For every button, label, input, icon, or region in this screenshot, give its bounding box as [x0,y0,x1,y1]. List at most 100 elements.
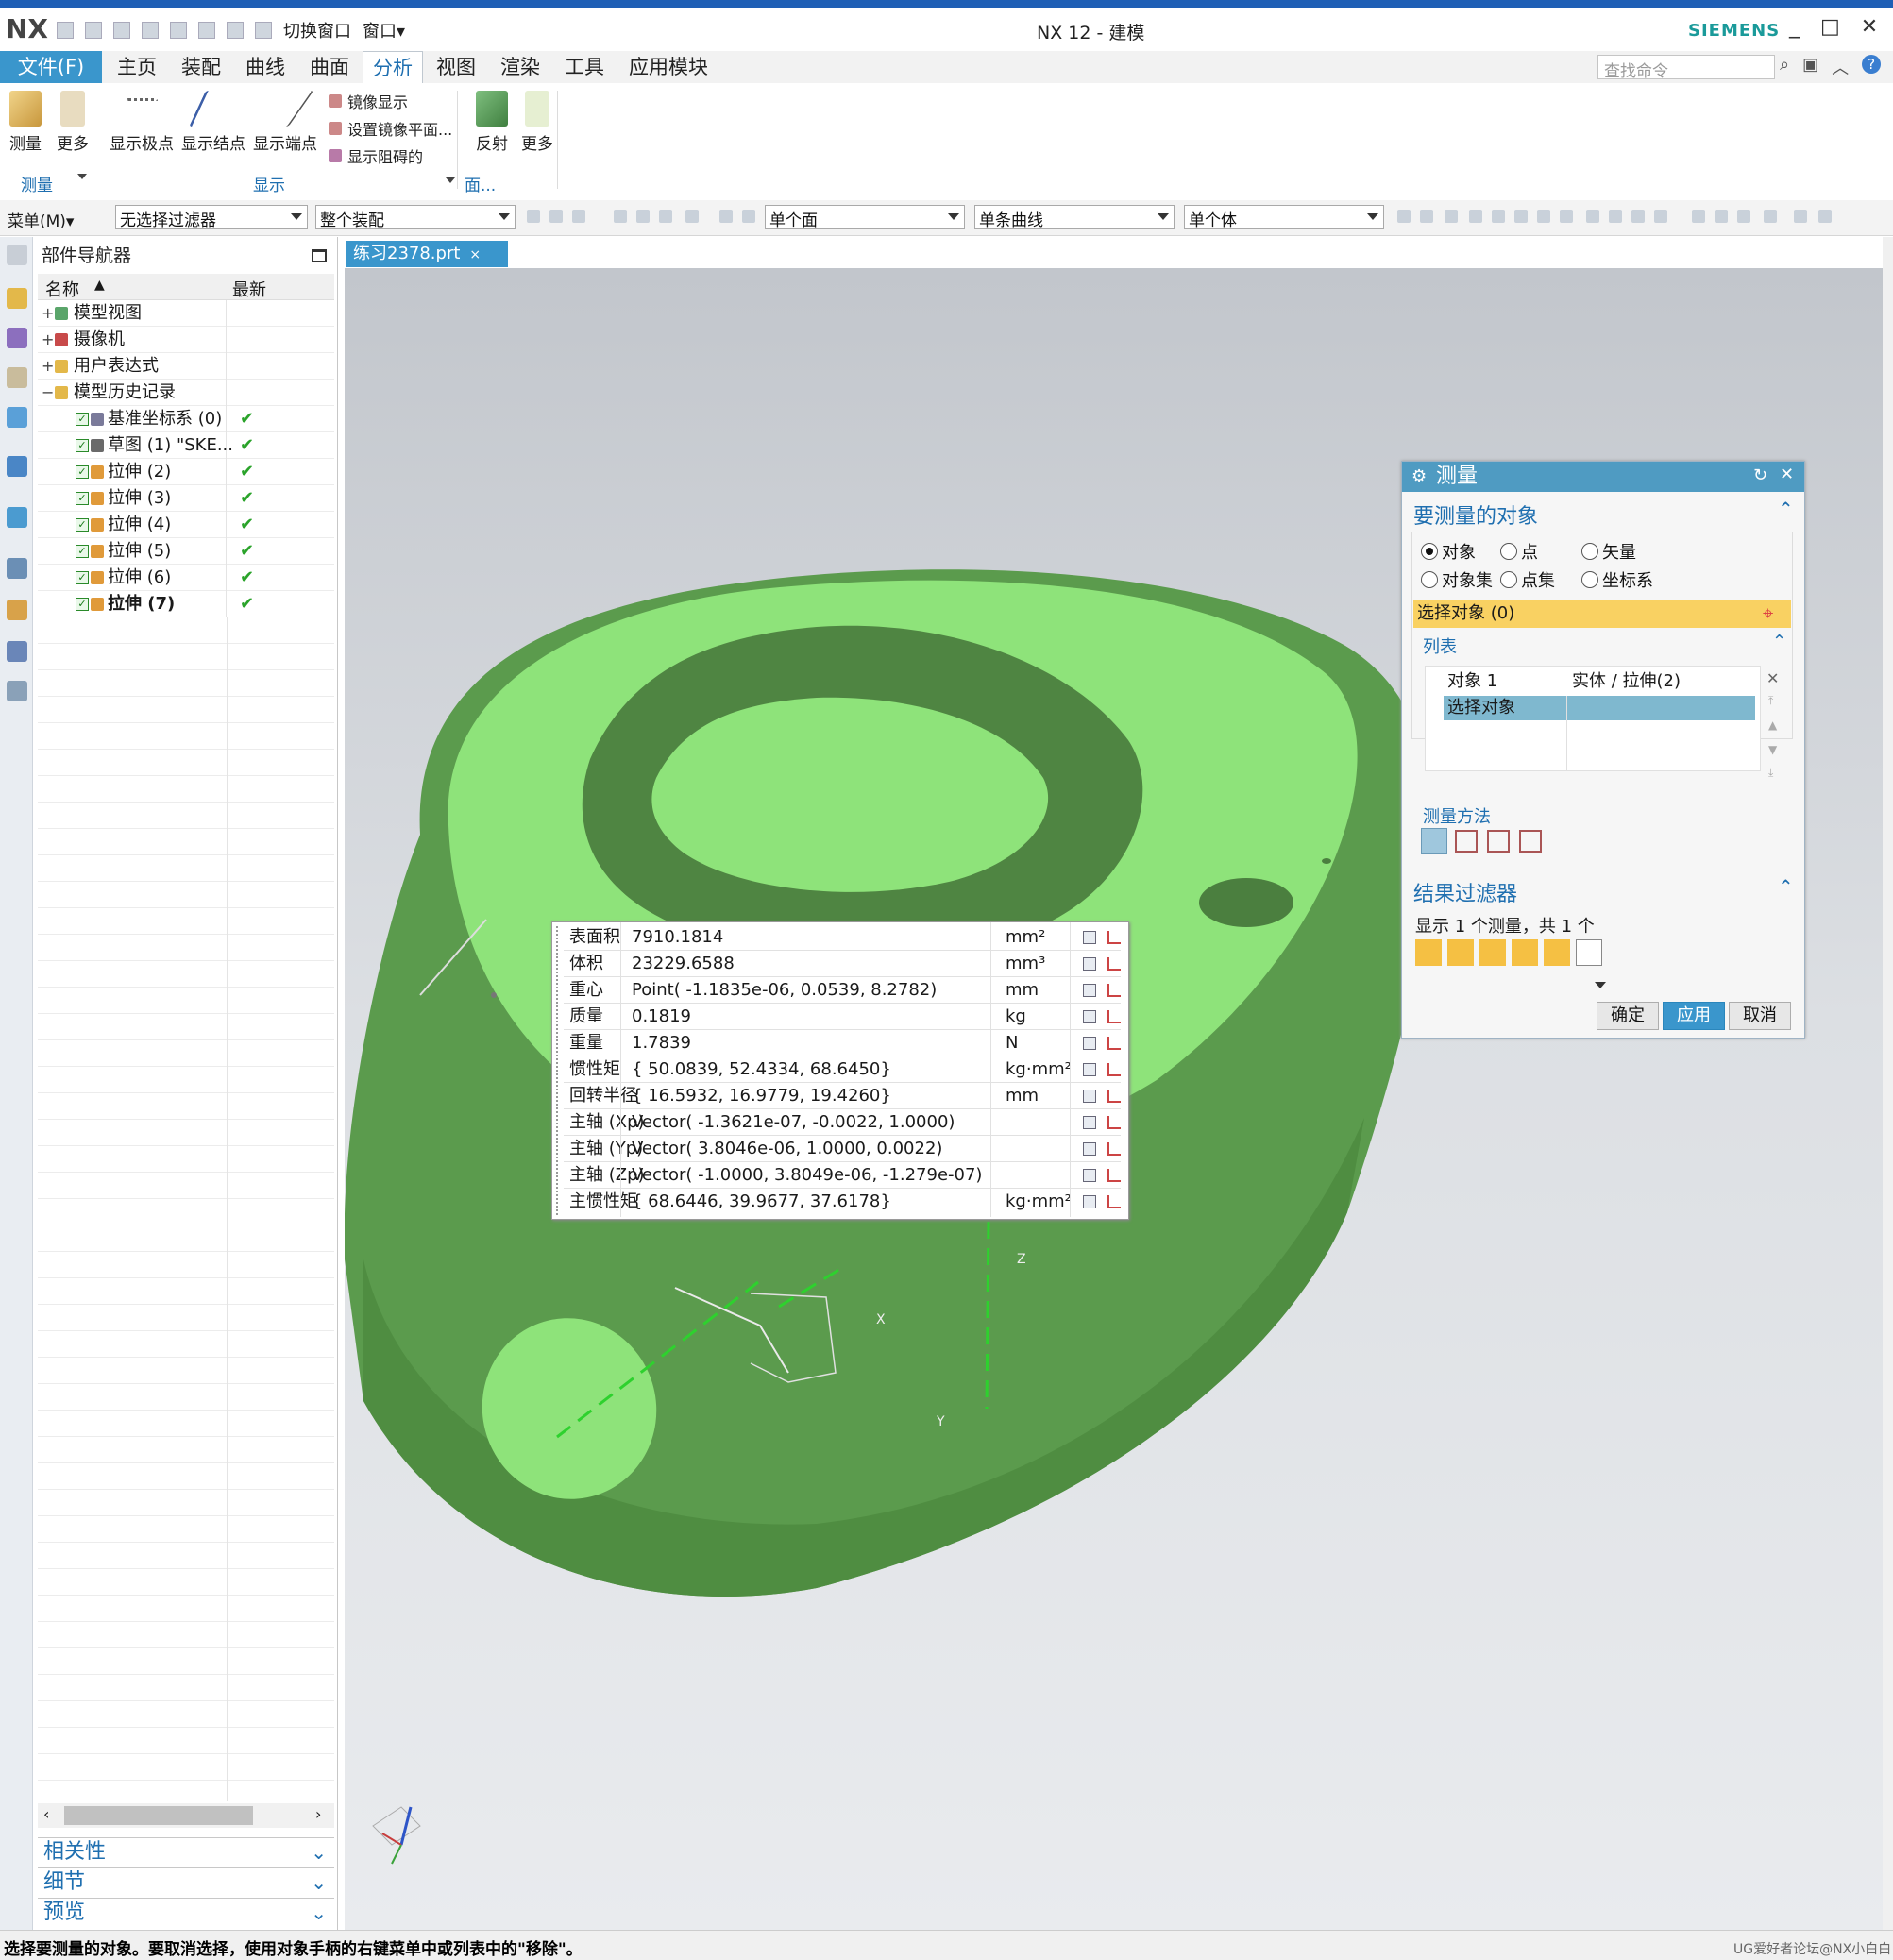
reflect-button[interactable]: 反射 [476,91,508,154]
tab-close-icon[interactable]: × [469,247,481,262]
checkbox-checked-icon[interactable]: ✓ [76,439,89,452]
method-screen-icon[interactable] [1487,830,1510,853]
view-icon[interactable] [1818,210,1832,223]
tab-curve[interactable]: 曲线 [236,51,295,83]
chart-icon[interactable] [1107,1010,1121,1023]
chevron-up-icon[interactable]: ⌃ [1778,498,1794,520]
tree-row-cameras[interactable]: + 摄像机 [38,327,334,353]
tab-tools[interactable]: 工具 [555,51,614,83]
system-materials-icon[interactable] [7,600,27,620]
show-blocking-button[interactable]: 显示阻碍的 [329,144,423,167]
document-tab[interactable]: 练习2378.prt × [346,241,508,267]
history-icon[interactable] [7,558,27,579]
cut-icon[interactable] [142,22,159,39]
view-icon[interactable] [1737,210,1750,223]
expand-icon[interactable]: + [42,353,54,380]
checkbox-checked-icon[interactable]: ✓ [76,545,89,558]
menu-button[interactable]: 菜单(M)▾ [8,208,74,231]
objects-section-title[interactable]: 要测量的对象 [1413,499,1538,530]
measure-button[interactable]: 测量 [9,91,42,154]
paste-icon[interactable] [198,22,215,39]
roles-icon[interactable] [7,681,27,701]
redo-icon[interactable] [113,22,130,39]
cancel-button[interactable]: 取消 [1729,1002,1791,1030]
filter-area-icon[interactable] [1512,939,1538,966]
mirror-display-button[interactable]: 镜像显示 [329,90,408,112]
minimize-icon[interactable]: _ [1789,15,1800,39]
maximize-panel-icon[interactable] [312,249,327,262]
grid-icon[interactable] [1083,1063,1096,1076]
tab-surface[interactable]: 曲面 [300,51,359,83]
filter-icon[interactable] [527,210,540,223]
filter-icon[interactable] [572,210,585,223]
tree-row-user-expressions[interactable]: + 用户表达式 [38,353,334,380]
scroll-left-icon[interactable]: ‹ [43,1805,49,1823]
filter-icon[interactable] [719,210,733,223]
snap-icon[interactable] [1560,210,1573,223]
ok-button[interactable]: 确定 [1597,1002,1659,1030]
apply-button[interactable]: 应用 [1663,1002,1725,1030]
chart-icon[interactable] [1107,957,1121,971]
chart-icon[interactable] [1107,984,1121,997]
window-menu-button[interactable]: 窗口▾ [363,18,405,42]
filter-distance-icon[interactable] [1415,939,1442,966]
snap-icon[interactable] [1537,210,1550,223]
tree-row-extrude-5[interactable]: ✓ 拉伸 (5) ✔ [38,538,334,565]
results-drag-handle[interactable] [556,926,562,1215]
chevron-up-icon[interactable]: ⌃ [1772,632,1786,651]
panel-details[interactable]: 细节 ⌄ [38,1867,334,1896]
part-navigator-icon[interactable] [7,367,27,388]
tree-row-extrude-6[interactable]: ✓ 拉伸 (6) ✔ [38,565,334,591]
snap-icon[interactable] [1492,210,1505,223]
snap-icon[interactable] [1586,210,1599,223]
checkbox-checked-icon[interactable]: ✓ [76,518,89,532]
filter-icon[interactable] [549,210,563,223]
chart-icon[interactable] [1107,1142,1121,1156]
snap-icon[interactable] [1420,210,1433,223]
grid-icon[interactable] [1083,1116,1096,1129]
help-icon[interactable]: ? [1862,55,1882,74]
radio-object[interactable]: 对象 [1421,539,1476,564]
checkbox-checked-icon[interactable]: ✓ [76,413,89,426]
tree-row-extrude-7[interactable]: ✓ 拉伸 (7) ✔ [38,591,334,617]
tab-render[interactable]: 渲染 [491,51,549,83]
settings-icon[interactable] [7,245,27,265]
collapse-ribbon-icon[interactable]: ︿ [1832,55,1849,79]
column-name[interactable]: 名称 [45,277,79,301]
snap-icon[interactable] [1631,210,1645,223]
remove-icon[interactable]: ✕ [1766,669,1779,687]
show-endpoints-button[interactable]: 显示端点 [253,91,317,154]
body-rule-select[interactable]: 单个体 [1184,205,1384,230]
tab-application[interactable]: 应用模块 [619,51,718,83]
method-distance-icon[interactable] [1421,828,1447,854]
face-rule-select[interactable]: 单个面 [765,205,965,230]
column-latest[interactable]: 最新 [232,277,266,301]
gear-icon[interactable]: ⚙ [1411,466,1427,486]
grid-icon[interactable] [1083,1169,1096,1182]
list-row-select-object[interactable]: 选择对象 [1444,696,1755,720]
method-length-icon[interactable] [1519,830,1542,853]
tab-home[interactable]: 主页 [108,51,166,83]
list-section-title[interactable]: 列表 [1423,634,1457,658]
checkbox-checked-icon[interactable]: ✓ [76,571,89,584]
tab-assembly[interactable]: 装配 [172,51,230,83]
filter-icon[interactable] [685,210,699,223]
move-top-icon[interactable]: ⤒ [1768,694,1773,708]
panel-dependencies[interactable]: 相关性 ⌄ [38,1837,334,1866]
chart-icon[interactable] [1107,1195,1121,1208]
group-measure-dropdown-icon[interactable] [77,174,87,179]
radio-object-set[interactable]: 对象集 [1421,567,1493,592]
fullscreen-icon[interactable]: ▣ [1802,55,1818,79]
checkbox-checked-icon[interactable]: ✓ [76,598,89,611]
show-knots-button[interactable]: 显示结点 [181,91,245,154]
filter-volume-icon[interactable] [1544,939,1570,966]
move-down-icon[interactable]: ▼ [1768,743,1777,756]
filter-icon[interactable] [614,210,627,223]
move-up-icon[interactable]: ▲ [1768,718,1777,732]
process-studio-icon[interactable] [7,641,27,662]
grid-icon[interactable] [1083,1010,1096,1023]
view-icon[interactable] [1692,210,1705,223]
curve-rule-select[interactable]: 单条曲线 [974,205,1175,230]
reuse-library-icon[interactable] [7,407,27,428]
checkbox-checked-icon[interactable]: ✓ [76,465,89,479]
